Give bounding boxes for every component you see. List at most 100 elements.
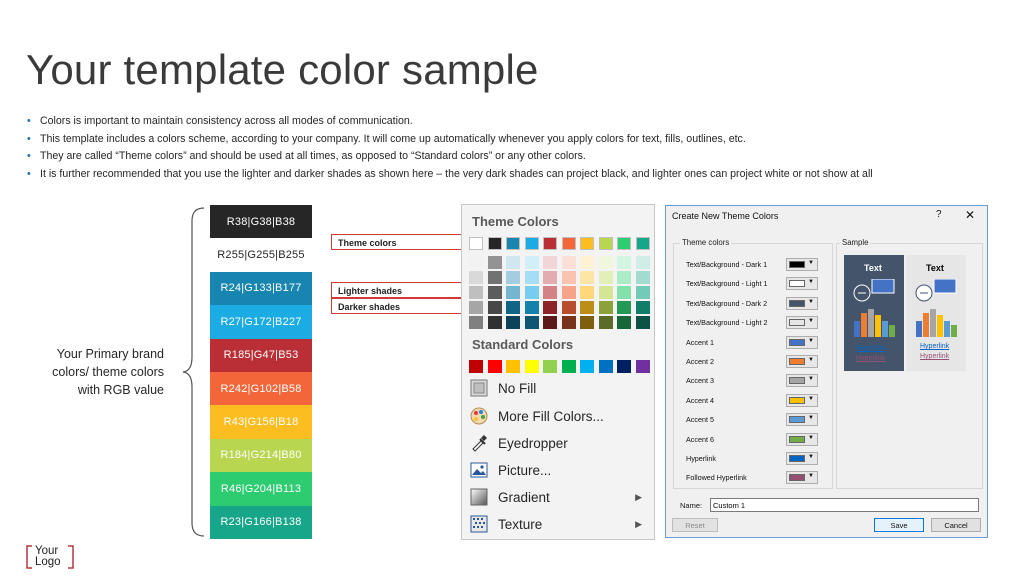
theme-shade-swatch[interactable]	[617, 256, 631, 269]
color-picker-button[interactable]: ▼	[786, 471, 818, 485]
standard-color-swatch[interactable]	[561, 360, 576, 373]
color-picker-button[interactable]: ▼	[786, 452, 818, 465]
theme-name-input[interactable]	[710, 498, 979, 512]
save-button[interactable]: Save	[874, 518, 924, 532]
theme-shade-swatch[interactable]	[598, 301, 613, 314]
theme-shade-swatch[interactable]	[598, 256, 613, 269]
theme-shade-swatch[interactable]	[469, 286, 483, 299]
theme-shade-swatch[interactable]	[524, 316, 539, 329]
theme-shade-swatch[interactable]	[506, 301, 520, 314]
theme-shade-swatch[interactable]	[487, 301, 502, 314]
theme-shade-swatch[interactable]	[561, 256, 576, 269]
color-picker-button[interactable]: ▼	[786, 316, 818, 330]
theme-shade-swatch[interactable]	[598, 271, 613, 284]
color-chip	[789, 396, 805, 404]
theme-shade-swatch[interactable]	[506, 256, 520, 269]
standard-color-swatch[interactable]	[598, 360, 613, 373]
standard-color-swatch[interactable]	[580, 360, 594, 373]
theme-shade-swatch[interactable]	[561, 301, 576, 314]
color-picker-button[interactable]: ▼	[786, 393, 818, 407]
theme-color-swatch[interactable]	[543, 237, 557, 250]
standard-color-swatch[interactable]	[506, 360, 520, 373]
standard-color-swatch[interactable]	[524, 360, 539, 373]
theme-shade-swatch[interactable]	[487, 256, 502, 269]
color-picker-button[interactable]: ▼	[786, 277, 818, 291]
theme-color-swatch[interactable]	[487, 237, 502, 250]
color-picker-button[interactable]: ▼	[786, 258, 818, 271]
theme-shade-swatch[interactable]	[580, 301, 594, 314]
theme-shade-swatch[interactable]	[635, 271, 650, 284]
theme-shade-swatch[interactable]	[561, 286, 576, 299]
theme-color-swatch[interactable]	[506, 237, 520, 250]
theme-shade-swatch[interactable]	[469, 256, 483, 269]
more-fill-colors-menu-item[interactable]: More Fill Colors...	[462, 403, 654, 429]
theme-color-swatch[interactable]	[561, 237, 576, 250]
theme-shade-swatch[interactable]	[543, 286, 557, 299]
theme-shade-swatch[interactable]	[635, 316, 650, 329]
theme-shade-swatch[interactable]	[524, 256, 539, 269]
theme-shade-swatch[interactable]	[469, 316, 483, 329]
close-button[interactable]: ✕	[965, 208, 975, 222]
theme-shade-swatch[interactable]	[617, 271, 631, 284]
theme-color-swatch[interactable]	[635, 237, 650, 250]
theme-color-swatch[interactable]	[617, 237, 631, 250]
theme-shade-swatch[interactable]	[561, 271, 576, 284]
color-chip	[789, 299, 805, 307]
reset-button[interactable]: Reset	[672, 518, 718, 532]
standard-color-swatch[interactable]	[469, 360, 483, 373]
theme-shade-swatch[interactable]	[524, 271, 539, 284]
theme-shade-swatch[interactable]	[506, 316, 520, 329]
theme-shade-swatch[interactable]	[598, 316, 613, 329]
theme-shade-swatch[interactable]	[524, 301, 539, 314]
theme-shade-swatch[interactable]	[580, 316, 594, 329]
theme-shade-swatch[interactable]	[617, 316, 631, 329]
theme-shade-swatch[interactable]	[598, 286, 613, 299]
theme-color-swatch[interactable]	[598, 237, 613, 250]
theme-shade-swatch[interactable]	[635, 286, 650, 299]
theme-shade-swatch[interactable]	[543, 316, 557, 329]
color-picker-button[interactable]: ▼	[786, 335, 818, 349]
theme-shade-swatch[interactable]	[543, 301, 557, 314]
color-picker-button[interactable]: ▼	[786, 413, 818, 427]
help-button[interactable]: ?	[936, 209, 942, 220]
color-chip	[789, 377, 805, 385]
standard-color-swatch[interactable]	[617, 360, 631, 373]
theme-shade-swatch[interactable]	[487, 316, 502, 329]
color-picker-button[interactable]: ▼	[786, 432, 818, 446]
standard-color-swatch[interactable]	[487, 360, 502, 373]
color-picker-button[interactable]: ▼	[786, 374, 818, 388]
theme-color-swatch[interactable]	[524, 237, 539, 250]
theme-shade-swatch[interactable]	[580, 271, 594, 284]
standard-color-swatch[interactable]	[543, 360, 557, 373]
theme-color-swatch[interactable]	[469, 237, 483, 250]
theme-shade-swatch[interactable]	[487, 286, 502, 299]
theme-shade-swatch[interactable]	[561, 316, 576, 329]
theme-shade-swatch[interactable]	[469, 301, 483, 314]
gradient-menu-item[interactable]: Gradient ▶	[462, 484, 654, 510]
theme-shade-swatch[interactable]	[617, 286, 631, 299]
theme-shade-swatch[interactable]	[524, 286, 539, 299]
standard-color-swatch[interactable]	[635, 360, 650, 373]
theme-shade-swatch[interactable]	[543, 256, 557, 269]
chevron-down-icon: ▼	[808, 357, 814, 363]
theme-shade-swatch[interactable]	[487, 271, 502, 284]
theme-shade-swatch[interactable]	[635, 301, 650, 314]
texture-menu-item[interactable]: Texture ▶	[462, 511, 654, 537]
theme-shade-swatch[interactable]	[580, 256, 594, 269]
theme-shade-swatch[interactable]	[580, 286, 594, 299]
theme-shade-swatch[interactable]	[617, 301, 631, 314]
theme-shade-swatch[interactable]	[506, 286, 520, 299]
theme-shade-swatch[interactable]	[543, 271, 557, 284]
picture-menu-item[interactable]: Picture...	[462, 457, 654, 483]
theme-color-swatch[interactable]	[580, 237, 594, 250]
color-picker-button[interactable]: ▼	[786, 355, 818, 368]
color-picker-button[interactable]: ▼	[786, 296, 818, 310]
eyedropper-menu-item[interactable]: Eyedropper	[462, 430, 654, 456]
fill-color-menu: Theme Colors Standard Colors No Fill Mor…	[461, 204, 655, 540]
no-fill-menu-item[interactable]: No Fill	[462, 375, 654, 401]
sample-hyperlink-dark: Hyperlink	[856, 345, 886, 352]
theme-shade-swatch[interactable]	[469, 271, 483, 284]
cancel-button[interactable]: Cancel	[931, 518, 981, 532]
theme-shade-swatch[interactable]	[506, 271, 520, 284]
theme-shade-swatch[interactable]	[635, 256, 650, 269]
